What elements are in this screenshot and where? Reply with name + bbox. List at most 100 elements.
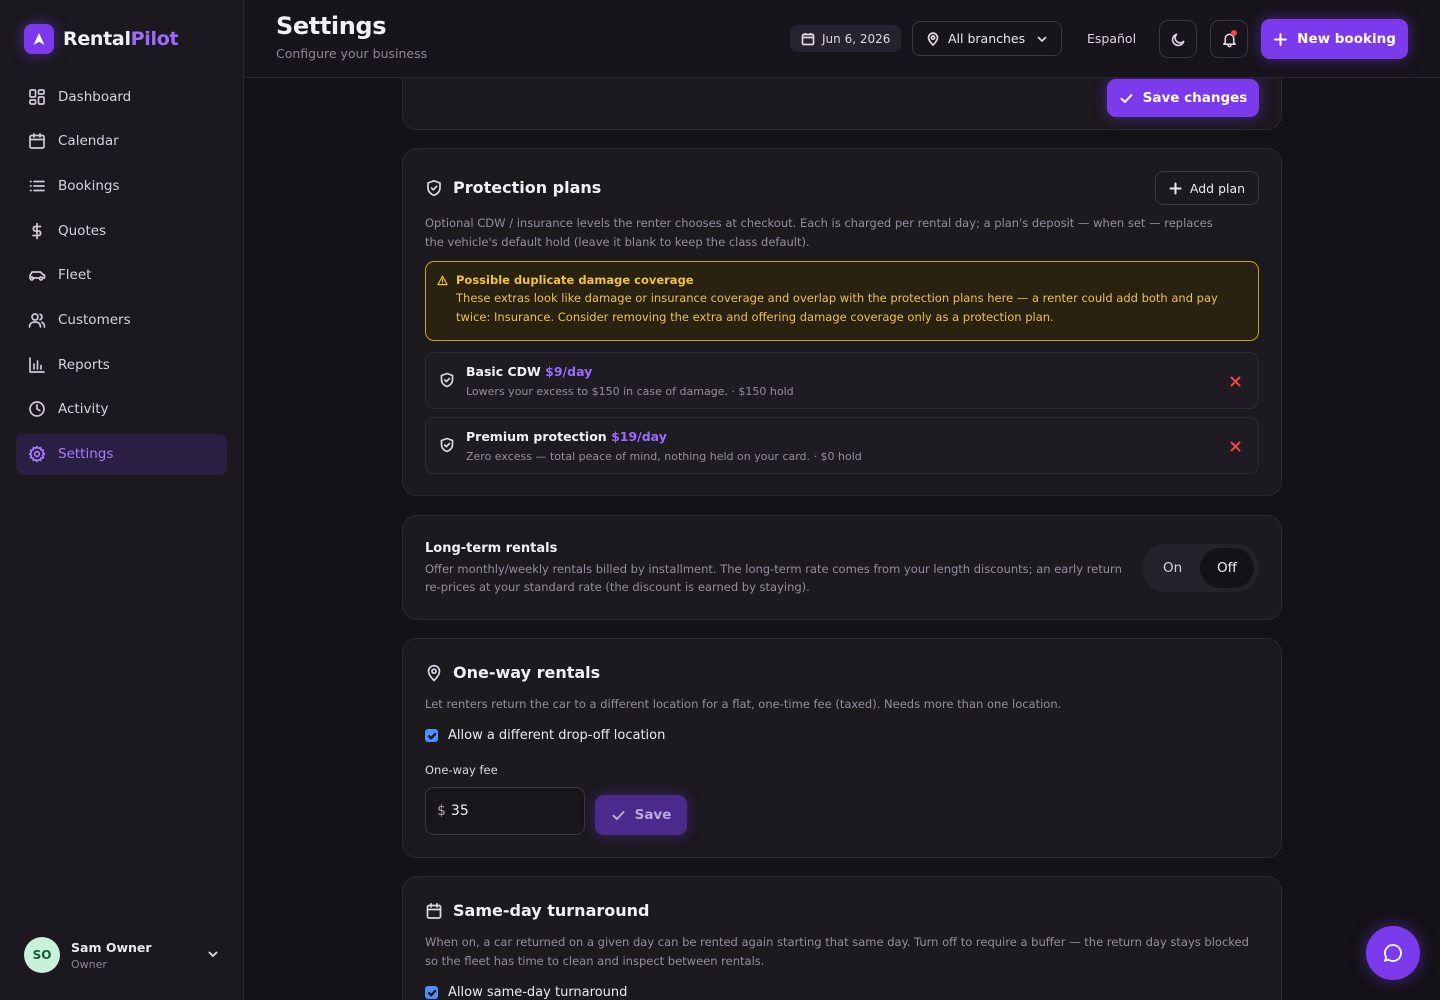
sidebar-item-label: Customers	[58, 311, 131, 328]
sidebar-nav: Dashboard Calendar Bookings Quotes Fleet…	[16, 76, 227, 478]
long-term-toggle[interactable]: On Off	[1142, 544, 1259, 592]
map-pin-icon	[927, 31, 939, 46]
warning-body: These extras look like damage or insuran…	[456, 291, 1218, 324]
warning-title: Possible duplicate damage coverage	[456, 273, 694, 287]
sidebar-item-dashboard[interactable]: Dashboard	[16, 76, 227, 117]
sidebar-item-label: Quotes	[58, 222, 107, 239]
sidebar-item-settings[interactable]: Settings	[16, 433, 227, 475]
sidebar-item-reports[interactable]: Reports	[16, 344, 227, 385]
same-day-title: Same-day turnaround	[425, 901, 649, 920]
checkbox-label: Allow a different drop-off location	[448, 728, 666, 743]
user-menu[interactable]: SO Sam Owner Owner	[24, 937, 220, 973]
theme-toggle-button[interactable]	[1159, 20, 1197, 58]
previous-settings-card: Save changes	[402, 78, 1282, 130]
plan-detail: Zero excess — total peace of mind, nothi…	[466, 450, 862, 463]
card-title-text: Protection plans	[453, 178, 602, 197]
toggle-off-option[interactable]: Off	[1200, 548, 1254, 588]
remove-plan-button[interactable]	[1229, 438, 1242, 457]
notifications-button[interactable]	[1210, 20, 1248, 58]
chevron-down-icon	[1037, 36, 1047, 42]
date-chip[interactable]: Jun 6, 2026	[790, 25, 902, 52]
protection-plans-description: Optional CDW / insurance levels the rent…	[425, 216, 1213, 249]
warning-icon	[437, 275, 448, 286]
sidebar-item-label: Activity	[58, 401, 109, 418]
clock-icon	[29, 401, 45, 418]
sidebar-item-bookings[interactable]: Bookings	[16, 165, 227, 206]
sidebar-item-label: Reports	[58, 356, 110, 373]
calendar-icon	[29, 133, 45, 150]
branch-select[interactable]: All branches	[912, 21, 1062, 56]
sidebar-item-customers[interactable]: Customers	[16, 299, 227, 340]
brand-name: RentalPilot	[63, 28, 179, 50]
plan-name: Premium protection $19/day	[466, 429, 667, 444]
user-info: Sam Owner Owner	[71, 940, 152, 971]
chat-bubble-icon	[1384, 944, 1402, 962]
protection-plans-card: Protection plans Add plan Optional CDW /…	[402, 148, 1282, 496]
shield-icon	[439, 437, 455, 457]
save-changes-button[interactable]: Save changes	[1107, 79, 1259, 117]
one-way-fee-input[interactable]: $ 35	[425, 787, 585, 835]
save-changes-label: Save changes	[1142, 90, 1248, 106]
language-toggle[interactable]: Español	[1087, 31, 1136, 46]
plan-row-premium-protection[interactable]: Premium protection $19/day Zero excess —…	[425, 417, 1259, 474]
duplicate-coverage-warning: Possible duplicate damage coverage These…	[425, 261, 1259, 341]
chevron-down-icon[interactable]	[206, 946, 220, 965]
card-title-text: Same-day turnaround	[453, 901, 650, 920]
calendar-icon	[426, 902, 442, 919]
same-day-checkbox[interactable]	[425, 986, 438, 999]
one-way-fee-label: One-way fee	[425, 763, 498, 777]
plus-icon	[1274, 32, 1288, 46]
shield-icon	[439, 372, 455, 392]
new-booking-label: New booking	[1297, 31, 1396, 47]
user-role: Owner	[71, 957, 107, 971]
sidebar-item-label: Calendar	[58, 133, 119, 150]
add-plan-label: Add plan	[1189, 180, 1246, 196]
plan-row-basic-cdw[interactable]: Basic CDW $9/day Lowers your excess to $…	[425, 352, 1259, 409]
protection-plans-title: Protection plans	[425, 178, 601, 197]
gear-icon	[28, 445, 46, 463]
new-booking-button[interactable]: New booking	[1261, 19, 1408, 59]
moon-icon	[1171, 33, 1184, 46]
notification-dot	[1231, 30, 1237, 36]
map-pin-icon	[427, 664, 441, 681]
save-fee-button[interactable]: Save	[595, 795, 687, 835]
list-icon	[29, 180, 45, 192]
sidebar-item-label: Settings	[58, 446, 114, 462]
currency-symbol: $	[437, 803, 446, 819]
calendar-icon	[801, 32, 815, 45]
remove-plan-button[interactable]	[1229, 373, 1242, 392]
long-term-rentals-card: Long-term rentals Offer monthly/weekly r…	[402, 515, 1282, 620]
users-icon	[28, 313, 46, 328]
logo-icon	[24, 24, 54, 54]
one-way-checkbox[interactable]	[425, 729, 438, 742]
add-plan-button[interactable]: Add plan	[1155, 171, 1259, 205]
one-way-checkbox-row[interactable]: Allow a different drop-off location	[425, 728, 665, 743]
shield-icon	[427, 179, 441, 196]
sidebar-item-calendar[interactable]: Calendar	[16, 121, 227, 162]
close-icon	[1230, 441, 1241, 452]
one-way-title: One-way rentals	[425, 663, 600, 682]
plan-name: Basic CDW $9/day	[466, 364, 593, 379]
bar-chart-icon	[29, 356, 45, 373]
same-day-checkbox-row[interactable]: Allow same-day turnaround	[425, 985, 627, 1000]
plus-icon	[1169, 182, 1182, 194]
grid-icon	[29, 88, 45, 105]
toggle-on-option[interactable]: On	[1163, 560, 1182, 576]
one-way-rentals-card: One-way rentals Let renters return the c…	[402, 638, 1282, 858]
sidebar-item-activity[interactable]: Activity	[16, 389, 227, 430]
sidebar-item-label: Dashboard	[58, 88, 132, 105]
page-title: Settings	[276, 12, 387, 40]
sidebar-item-label: Fleet	[58, 267, 92, 284]
chat-button[interactable]	[1366, 926, 1420, 980]
checkbox-label: Allow same-day turnaround	[448, 985, 628, 1000]
dollar-icon	[32, 222, 42, 239]
logo[interactable]: RentalPilot	[24, 24, 179, 54]
settings-content[interactable]: Save changes Protection plans Add plan O…	[244, 78, 1440, 1000]
plan-price: $9/day	[545, 364, 593, 379]
sidebar-item-fleet[interactable]: Fleet	[16, 255, 227, 296]
sidebar-item-quotes[interactable]: Quotes	[16, 210, 227, 251]
check-icon	[612, 810, 625, 820]
plan-detail: Lowers your excess to $150 in case of da…	[466, 385, 794, 398]
page-subtitle: Configure your business	[276, 46, 428, 61]
same-day-description: When on, a car returned on a given day c…	[425, 935, 1249, 968]
